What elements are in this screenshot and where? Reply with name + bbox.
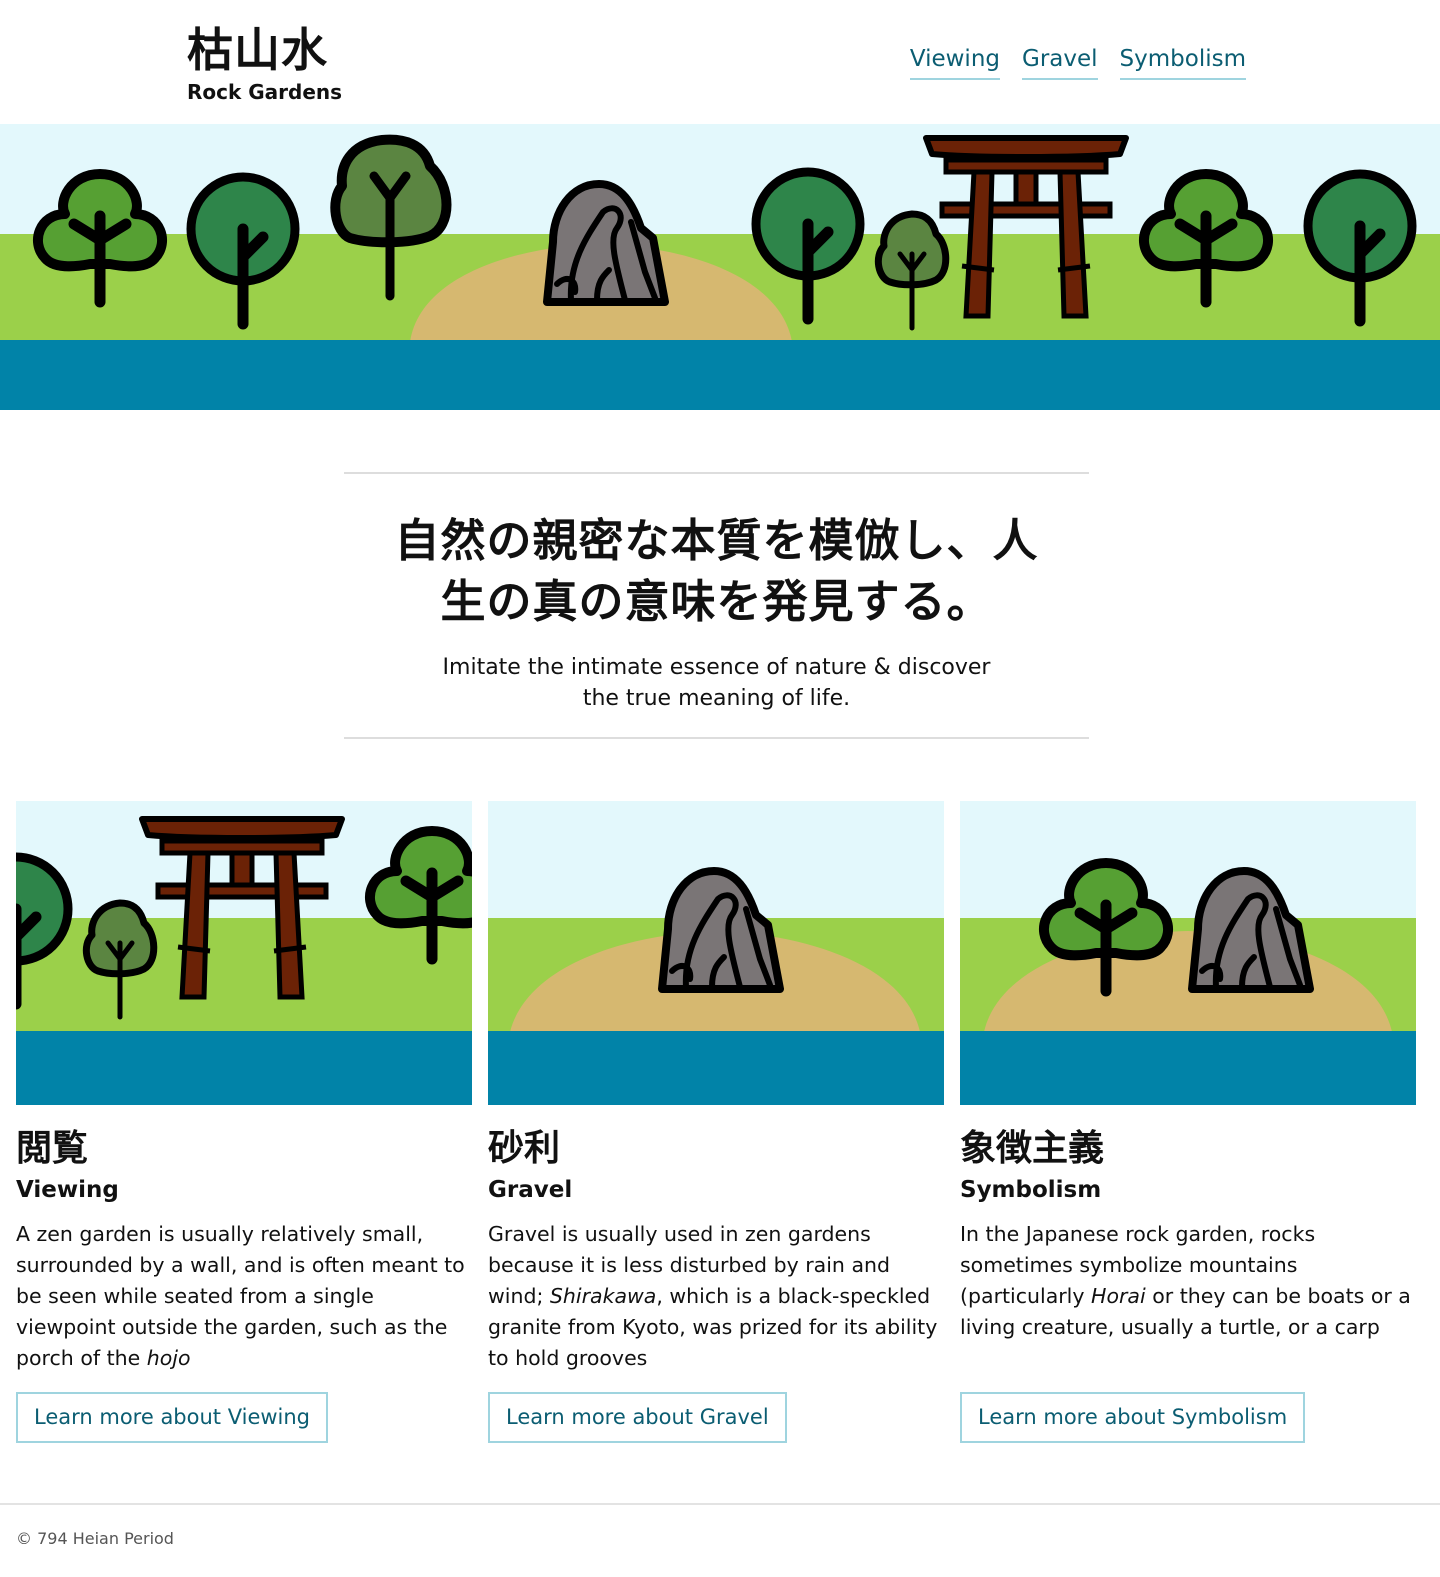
nav-link-symbolism[interactable]: Symbolism	[1119, 44, 1246, 80]
card-description: Gravel is usually used in zen gardens be…	[488, 1222, 938, 1370]
card-title-en: Symbolism	[960, 1177, 1102, 1203]
main-nav: Viewing Gravel Symbolism	[909, 44, 1246, 80]
card-title-en: Viewing	[16, 1177, 119, 1203]
site-header: 枯山水 Rock Gardens Viewing Gravel Symbolis…	[0, 0, 1440, 124]
card-title-jp: 砂利	[488, 1128, 561, 1169]
learn-more-viewing-button[interactable]: Learn more about Viewing	[16, 1392, 329, 1443]
water	[0, 340, 1440, 410]
tagline-jp: 自然の親密な本質を模倣し、人生の真の意味を発見する。	[394, 514, 1039, 628]
copyright-text: © 794 Heian Period	[16, 1529, 174, 1548]
nav-link-gravel[interactable]: Gravel	[1022, 44, 1098, 80]
card-emphasis: hojo	[146, 1346, 191, 1370]
card-viewing: 閲覧 Viewing A zen garden is usually relat…	[16, 801, 472, 1443]
hero-banner	[0, 124, 1440, 410]
brand-title-en: Rock Gardens	[187, 80, 343, 104]
card-title-en: Gravel	[488, 1177, 573, 1203]
card-gravel: 砂利 Gravel Gravel is usually used in zen …	[488, 801, 944, 1443]
hero-illustration	[0, 124, 1440, 410]
card-symbolism-image	[960, 801, 1416, 1105]
card-title-jp: 象徴主義	[960, 1128, 1105, 1169]
tagline: 自然の親密な本質を模倣し、人生の真の意味を発見する。 Imitate the i…	[344, 472, 1089, 739]
brand-title-jp: 枯山水	[187, 23, 328, 77]
nav-link-viewing[interactable]: Viewing	[909, 44, 1000, 80]
card-emphasis: Horai	[1091, 1284, 1146, 1308]
card-viewing-image	[16, 801, 472, 1105]
tagline-en: Imitate the intimate essence of nature &…	[442, 655, 991, 711]
card-gravel-image	[488, 801, 944, 1105]
card-symbolism: 象徴主義 Symbolism In the Japanese rock gard…	[960, 801, 1416, 1443]
learn-more-symbolism-button[interactable]: Learn more about Symbolism	[960, 1392, 1306, 1443]
card-title-jp: 閲覧	[16, 1128, 89, 1169]
learn-more-gravel-button[interactable]: Learn more about Gravel	[488, 1392, 787, 1443]
card-description: In the Japanese rock garden, rocks somet…	[960, 1222, 1411, 1339]
card-emphasis: Shirakawa	[549, 1284, 657, 1308]
brand-logo[interactable]: 枯山水 Rock Gardens	[187, 22, 342, 104]
card-description: A zen garden is usually relatively small…	[16, 1222, 465, 1370]
site-footer: © 794 Heian Period	[0, 1503, 1440, 1548]
